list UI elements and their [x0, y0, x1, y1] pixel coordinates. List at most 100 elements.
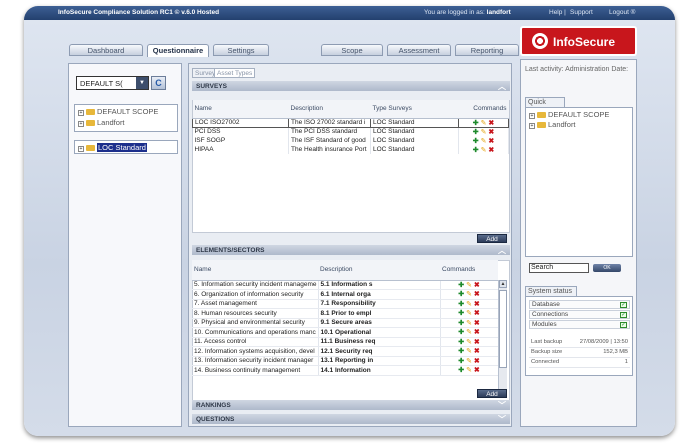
edit-icon[interactable]: ✎	[466, 367, 472, 374]
quick-node-landfort[interactable]: + Landfort	[529, 120, 576, 129]
table-row[interactable]: 14. Business continuity management 14.1 I…	[192, 365, 499, 376]
column-header[interactable]: Type Surveys	[370, 100, 459, 119]
column-header[interactable]: Description	[288, 100, 371, 119]
tree-node-landfort[interactable]: + Landfort	[78, 118, 125, 127]
elements-scrollbar[interactable]: ▲ ▼	[498, 280, 507, 398]
scroll-thumb[interactable]	[499, 290, 507, 368]
elements-header[interactable]: ELEMENTS/SECTORS ︿	[192, 245, 510, 255]
quick-node-default-scope[interactable]: + DEFAULT SCOPE	[529, 110, 609, 119]
table-row[interactable]: 7. Asset management 7.1 Responsibility ✚ ✎…	[192, 299, 499, 309]
chevron-down-icon[interactable]: ﹀	[498, 414, 506, 425]
table-row[interactable]: HIPAA The Health insurance Port LOC Stan…	[192, 145, 509, 154]
tab-scope[interactable]: Scope	[321, 44, 383, 56]
table-row[interactable]: 12. Information systems acquisition, dev…	[192, 346, 499, 357]
expand-icon[interactable]: +	[78, 121, 84, 127]
delete-icon[interactable]: ✖	[474, 348, 480, 355]
delete-icon[interactable]: ✖	[474, 320, 480, 327]
table-row[interactable]: 11. Access control 11.1 Business req ✚ ✎ ✖	[192, 337, 499, 347]
add-icon[interactable]: ✚	[458, 329, 464, 336]
scope-select[interactable]: DEFAULT S( ▼	[76, 76, 149, 90]
add-icon[interactable]: ✚	[458, 339, 464, 346]
add-icon[interactable]: ✚	[473, 129, 479, 136]
table-row[interactable]: 9. Physical and environmental security 9.…	[192, 318, 499, 328]
logout-link[interactable]: Logout ®	[609, 9, 635, 16]
delete-icon[interactable]: ✖	[488, 147, 494, 154]
delete-icon[interactable]: ✖	[474, 282, 480, 289]
add-icon[interactable]: ✚	[458, 320, 464, 327]
table-row[interactable]: PCI DSS The PCI DSS standard LOC Standar…	[192, 127, 509, 136]
add-icon[interactable]: ✚	[458, 310, 464, 317]
delete-icon[interactable]: ✖	[488, 120, 494, 127]
table-row[interactable]: 5. Information security incident managem…	[192, 280, 499, 290]
tab-assessment[interactable]: Assessment	[387, 44, 451, 56]
search-button[interactable]: OK	[593, 264, 621, 272]
add-icon[interactable]: ✚	[458, 291, 464, 298]
add-icon[interactable]: ✚	[458, 301, 464, 308]
edit-icon[interactable]: ✎	[481, 120, 487, 127]
table-row[interactable]: 6. Organization of information security 6…	[192, 289, 499, 300]
edit-icon[interactable]: ✎	[481, 147, 487, 154]
expand-icon[interactable]: +	[78, 146, 84, 152]
delete-icon[interactable]: ✖	[474, 291, 480, 298]
help-link[interactable]: Help |	[549, 9, 566, 16]
delete-icon[interactable]: ✖	[488, 138, 494, 145]
refresh-button[interactable]: C	[151, 76, 166, 90]
table-row[interactable]: LOC ISO27002 The ISO 27002 standard i LO…	[192, 117, 509, 128]
add-icon[interactable]: ✚	[473, 147, 479, 154]
delete-icon[interactable]: ✖	[474, 339, 480, 346]
add-survey-button[interactable]: Add	[477, 234, 507, 243]
chevron-up-icon[interactable]: ︿	[498, 81, 506, 92]
table-row[interactable]: ISF SOGP The ISF Standard of good LOC St…	[192, 136, 509, 145]
scroll-up-icon[interactable]: ▲	[499, 280, 507, 288]
expand-icon[interactable]: +	[529, 123, 535, 129]
add-element-button[interactable]: Add	[477, 389, 507, 398]
questions-header[interactable]: QUESTIONS ﹀	[192, 414, 510, 424]
edit-icon[interactable]: ✎	[466, 348, 472, 355]
table-row[interactable]: 13. Information security incident manage…	[192, 356, 499, 366]
column-header[interactable]: Name	[192, 100, 289, 119]
tab-settings[interactable]: Settings	[213, 44, 269, 56]
expand-icon[interactable]: +	[529, 113, 535, 119]
add-icon[interactable]: ✚	[458, 348, 464, 355]
chevron-down-icon[interactable]: ▼	[136, 77, 148, 89]
edit-icon[interactable]: ✎	[466, 358, 472, 365]
edit-icon[interactable]: ✎	[466, 310, 472, 317]
edit-icon[interactable]: ✎	[466, 329, 472, 336]
column-header[interactable]: Name	[192, 260, 318, 281]
edit-icon[interactable]: ✎	[466, 339, 472, 346]
quick-menu-tab[interactable]: Quick menu	[525, 97, 565, 113]
subtab-asset-types[interactable]: Asset Types	[214, 68, 256, 78]
chevron-up-icon[interactable]: ︿	[498, 245, 506, 256]
surveys-header[interactable]: SURVEYS ︿	[192, 81, 510, 91]
column-header[interactable]: Description	[318, 260, 440, 281]
support-link[interactable]: Support	[570, 9, 593, 16]
delete-icon[interactable]: ✖	[474, 310, 480, 317]
add-icon[interactable]: ✚	[458, 282, 464, 289]
delete-icon[interactable]: ✖	[474, 329, 480, 336]
delete-icon[interactable]: ✖	[474, 367, 480, 374]
add-icon[interactable]: ✚	[473, 120, 479, 127]
edit-icon[interactable]: ✎	[466, 301, 472, 308]
tab-questionnaire[interactable]: Questionnaire	[147, 44, 209, 57]
rankings-header[interactable]: RANKINGS ﹀	[192, 400, 510, 410]
edit-icon[interactable]: ✎	[481, 138, 487, 145]
search-input[interactable]: Search	[529, 263, 589, 273]
add-icon[interactable]: ✚	[473, 138, 479, 145]
edit-icon[interactable]: ✎	[466, 320, 472, 327]
chevron-down-icon[interactable]: ﹀	[498, 400, 506, 411]
system-status-tab[interactable]: System status	[525, 286, 577, 296]
edit-icon[interactable]: ✎	[481, 129, 487, 136]
expand-icon[interactable]: +	[78, 110, 84, 116]
tree-node-loc-standard[interactable]: + LOC Standard	[78, 143, 147, 152]
tab-reporting[interactable]: Reporting	[455, 44, 519, 56]
delete-icon[interactable]: ✖	[474, 301, 480, 308]
table-row[interactable]: 10. Communications and operations manc 10…	[192, 327, 499, 338]
edit-icon[interactable]: ✎	[466, 282, 472, 289]
tab-dashboard[interactable]: Dashboard	[69, 44, 143, 56]
add-icon[interactable]: ✚	[458, 358, 464, 365]
table-row[interactable]: 8. Human resources security 8.1 Prior to …	[192, 308, 499, 319]
delete-icon[interactable]: ✖	[474, 358, 480, 365]
edit-icon[interactable]: ✎	[466, 291, 472, 298]
add-icon[interactable]: ✚	[458, 367, 464, 374]
tree-node-default-scope[interactable]: + DEFAULT SCOPE	[78, 107, 158, 116]
